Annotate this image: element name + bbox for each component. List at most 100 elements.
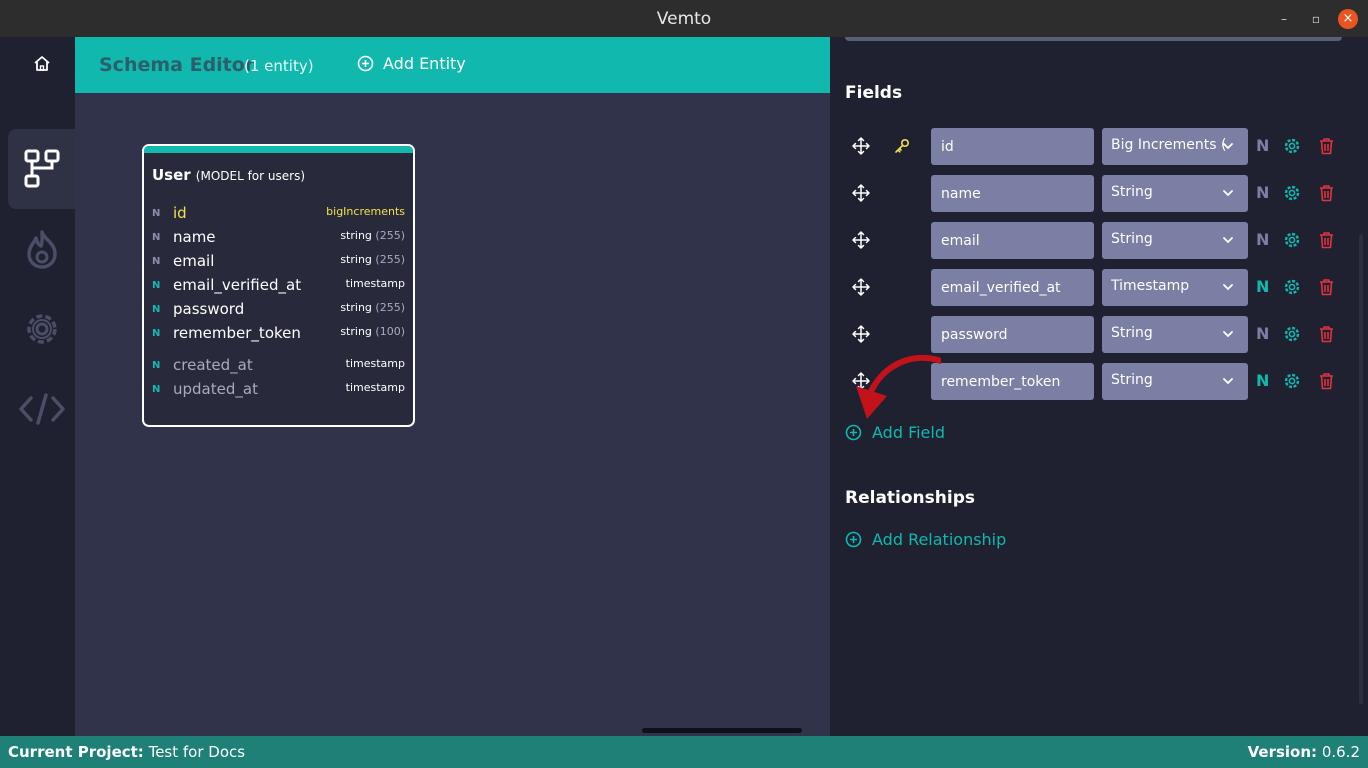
sidebar-item-settings[interactable] bbox=[8, 289, 75, 369]
add-relationship-button[interactable]: Add Relationship bbox=[845, 530, 1006, 549]
entity-title: User (MODEL for users) bbox=[152, 165, 305, 184]
schema-canvas[interactable]: Schema Editor (1 entity) Add Entity User… bbox=[75, 37, 830, 736]
drag-handle-icon[interactable] bbox=[852, 231, 870, 253]
sidebar bbox=[0, 37, 75, 736]
field-settings-icon[interactable] bbox=[1283, 231, 1301, 253]
field-row: String N bbox=[830, 222, 1368, 259]
field-type-length: (255) bbox=[375, 253, 405, 266]
field-type-name: timestamp bbox=[345, 381, 405, 394]
field-name-input[interactable] bbox=[931, 269, 1094, 306]
field-type-name: string bbox=[340, 325, 372, 338]
close-button[interactable]: × bbox=[1338, 9, 1358, 29]
nullable-toggle[interactable]: N bbox=[1256, 277, 1269, 296]
field-type-value: Big Increments (I bbox=[1111, 137, 1227, 153]
nullable-toggle[interactable]: N bbox=[1256, 324, 1269, 343]
field-settings-icon[interactable] bbox=[1283, 184, 1301, 206]
sidebar-item-schema[interactable] bbox=[8, 129, 75, 209]
field-name-input[interactable] bbox=[931, 316, 1094, 353]
trash-icon[interactable] bbox=[1318, 231, 1335, 253]
field-type-select[interactable]: String bbox=[1102, 222, 1248, 259]
field-name-input[interactable] bbox=[931, 175, 1094, 212]
field-type-value: String bbox=[1111, 372, 1153, 388]
field-type-select[interactable]: Timestamp bbox=[1102, 269, 1248, 306]
entity-field-row: N email_verified_at timestamp bbox=[144, 275, 413, 297]
minimize-button[interactable]: – bbox=[1274, 9, 1294, 29]
entity-card-accent bbox=[144, 146, 413, 153]
title-bar: Vemto – ▫ × bbox=[0, 0, 1368, 37]
nullable-toggle[interactable]: N bbox=[1256, 183, 1269, 202]
entity-field-type: string (255) bbox=[340, 253, 405, 266]
field-row: Timestamp N bbox=[830, 269, 1368, 306]
drag-handle-icon[interactable] bbox=[852, 184, 870, 206]
field-settings-icon[interactable] bbox=[1283, 278, 1301, 300]
field-settings-icon[interactable] bbox=[1283, 372, 1301, 394]
entity-field-name: name bbox=[173, 228, 216, 246]
entity-field-row: N email string (255) bbox=[144, 251, 413, 273]
drag-handle-icon[interactable] bbox=[852, 137, 870, 159]
entity-field-name: remember_token bbox=[173, 324, 301, 342]
field-settings-icon[interactable] bbox=[1283, 137, 1301, 159]
field-settings-icon[interactable] bbox=[1283, 325, 1301, 347]
field-name-input[interactable] bbox=[931, 222, 1094, 259]
schema-header: Schema Editor (1 entity) Add Entity bbox=[75, 37, 830, 93]
entity-field-row: N created_at timestamp bbox=[144, 355, 413, 377]
entity-field-row: N id bigIncrements bbox=[144, 203, 413, 225]
field-row: Big Increments (I N bbox=[830, 128, 1368, 165]
fire-icon bbox=[26, 230, 57, 269]
plus-circle-icon bbox=[845, 424, 862, 441]
entity-field-row: N updated_at timestamp bbox=[144, 379, 413, 401]
add-entity-button[interactable]: Add Entity bbox=[357, 54, 466, 73]
nullable-badge: N bbox=[152, 384, 161, 395]
nullable-toggle[interactable]: N bbox=[1256, 371, 1269, 390]
trash-icon[interactable] bbox=[1318, 184, 1335, 206]
relationships-section-title: Relationships bbox=[845, 488, 975, 508]
field-name-input[interactable] bbox=[931, 128, 1094, 165]
add-entity-label: Add Entity bbox=[383, 54, 466, 73]
add-field-button[interactable]: Add Field bbox=[845, 423, 945, 442]
chevron-down-icon bbox=[1223, 331, 1233, 338]
chevron-down-icon bbox=[1223, 190, 1233, 197]
window-title: Vemto bbox=[656, 9, 712, 29]
drag-handle-icon[interactable] bbox=[852, 325, 870, 347]
entity-field-type: bigIncrements bbox=[326, 205, 405, 218]
app-version: Version: 0.6.2 bbox=[1248, 743, 1360, 761]
field-type-value: String bbox=[1111, 325, 1153, 341]
gear-icon bbox=[26, 314, 57, 344]
entity-field-name: created_at bbox=[173, 356, 253, 374]
plus-circle-icon bbox=[357, 55, 374, 72]
entity-field-type: string (255) bbox=[340, 229, 405, 242]
nullable-toggle[interactable]: N bbox=[1256, 230, 1269, 249]
maximize-button[interactable]: ▫ bbox=[1306, 9, 1326, 29]
nullable-badge: N bbox=[152, 360, 161, 371]
sidebar-item-home[interactable] bbox=[8, 51, 75, 77]
nullable-badge: N bbox=[152, 304, 161, 315]
drag-handle-icon[interactable] bbox=[852, 278, 870, 300]
entity-field-row: N remember_token string (100) bbox=[144, 323, 413, 345]
entity-field-row: N password string (255) bbox=[144, 299, 413, 321]
field-type-select[interactable]: String bbox=[1102, 316, 1248, 353]
field-type-name: bigIncrements bbox=[326, 205, 405, 218]
horizontal-scrollbar[interactable] bbox=[642, 728, 802, 733]
field-row: String N bbox=[830, 316, 1368, 353]
field-type-select[interactable]: Big Increments (I bbox=[1102, 128, 1248, 165]
entity-field-name: updated_at bbox=[173, 380, 258, 398]
field-type-select[interactable]: String bbox=[1102, 175, 1248, 212]
entity-card-user[interactable]: User (MODEL for users) N id bigIncrement… bbox=[142, 144, 415, 427]
sidebar-item-generate[interactable] bbox=[8, 209, 75, 289]
field-type-select[interactable]: String bbox=[1102, 363, 1248, 400]
home-icon bbox=[33, 56, 50, 71]
trash-icon[interactable] bbox=[1318, 372, 1335, 394]
schema-icon bbox=[24, 149, 59, 188]
entity-field-type: timestamp bbox=[346, 277, 405, 290]
trash-icon[interactable] bbox=[1318, 278, 1335, 300]
nullable-toggle[interactable]: N bbox=[1256, 136, 1269, 155]
field-type-name: string bbox=[340, 301, 372, 314]
annotation-arrow bbox=[856, 354, 941, 419]
status-bar: Current Project: Test for Docs Version: … bbox=[0, 736, 1368, 768]
nullable-badge: N bbox=[152, 256, 161, 267]
field-name-input[interactable] bbox=[931, 363, 1094, 400]
sidebar-item-code[interactable] bbox=[8, 369, 75, 449]
entity-settings-panel: Fields Big Increments (INStringNStringNT… bbox=[830, 37, 1368, 736]
trash-icon[interactable] bbox=[1318, 137, 1335, 159]
trash-icon[interactable] bbox=[1318, 325, 1335, 347]
